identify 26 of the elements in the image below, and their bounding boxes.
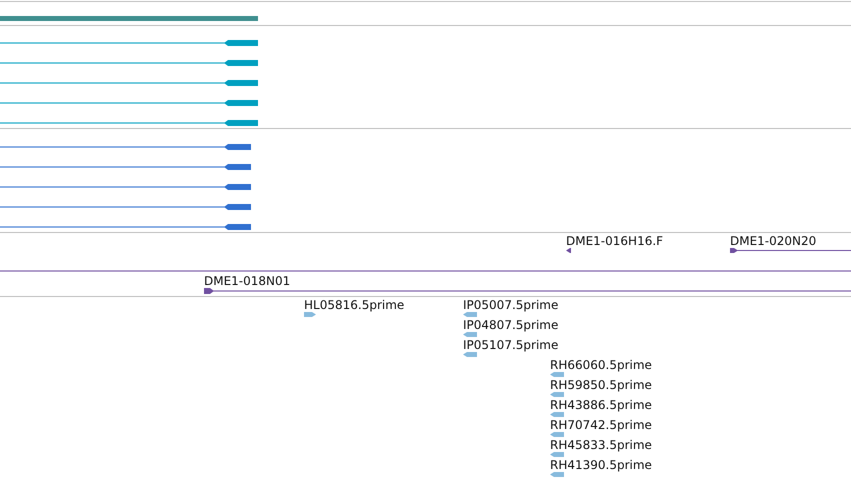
feature-label: RH43886.5prime <box>550 398 652 412</box>
feature-label: DME1-016H16.F <box>566 234 664 248</box>
feature-label: RH66060.5prime <box>550 358 652 372</box>
feature-drawing[interactable] <box>0 100 258 106</box>
feature-label: IP05107.5prime <box>463 338 558 352</box>
feature-drawing[interactable] <box>0 224 251 230</box>
feature-label: DME1-018N01 <box>204 274 290 288</box>
feature-label: RH45833.5prime <box>550 438 652 452</box>
feature-label: IP04807.5prime <box>463 318 558 332</box>
feature-drawing[interactable] <box>0 60 258 66</box>
feature-drawing[interactable] <box>730 248 851 253</box>
feature-label: RH70742.5prime <box>550 418 652 432</box>
feature-drawing[interactable] <box>204 288 851 294</box>
feature-label: IP05007.5prime <box>463 298 558 312</box>
feature-drawing[interactable] <box>0 80 258 86</box>
feature-drawing[interactable] <box>0 144 251 150</box>
feature-drawing[interactable] <box>0 40 258 46</box>
feature-drawing[interactable] <box>566 248 571 253</box>
feature-label: DME1-020N20 <box>730 234 816 248</box>
feature-label: RH41390.5prime <box>550 458 652 472</box>
feature-label: HL05816.5prime <box>304 298 404 312</box>
feature-label: RH59850.5prime <box>550 378 652 392</box>
feature-drawing[interactable] <box>0 164 251 170</box>
feature-drawing[interactable] <box>0 204 251 210</box>
feature-drawing[interactable] <box>0 120 258 126</box>
feature-drawing[interactable] <box>0 184 251 190</box>
